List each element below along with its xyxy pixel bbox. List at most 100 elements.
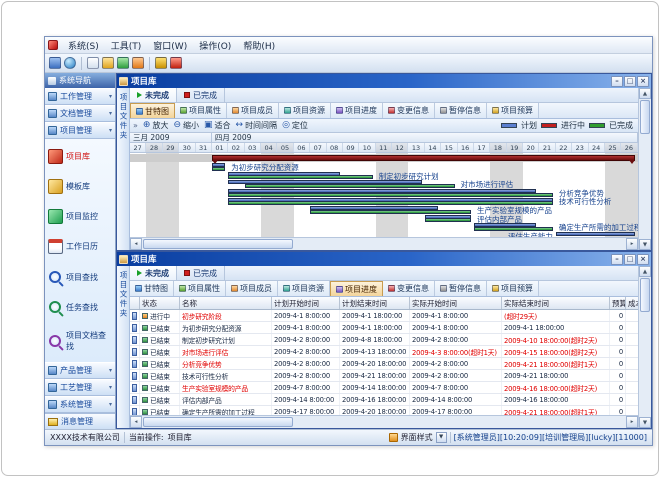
close-button[interactable]: × (637, 254, 649, 265)
actual-bar[interactable] (245, 184, 455, 188)
tab-members[interactable]: 项目成员 (226, 281, 278, 296)
exit-icon[interactable] (170, 57, 182, 69)
save-icon[interactable] (49, 57, 61, 69)
child-window-titlebar[interactable]: 项目库–□× (117, 74, 651, 88)
tab-gantt[interactable]: 甘特图 (130, 281, 174, 296)
scroll-down-icon[interactable]: ▼ (639, 239, 651, 250)
column-header[interactable]: 实际开始时间 (410, 297, 502, 309)
scroll-right-icon[interactable]: ▸ (626, 238, 638, 250)
vertical-scrollbar[interactable]: ▲▼ (638, 88, 651, 250)
horizontal-scrollbar[interactable]: ◂▸ (130, 415, 638, 428)
chart-icon[interactable] (117, 57, 129, 69)
actual-bar[interactable] (228, 201, 553, 205)
column-header[interactable]: 名称 (180, 297, 272, 309)
new-doc-icon[interactable] (87, 57, 99, 69)
table-row[interactable]: 已结束为初步研究分配资源2009-4-1 8:00:002009-4-1 18:… (130, 322, 638, 334)
menu-system[interactable]: 系统(S) (62, 38, 105, 53)
tab-changes[interactable]: 变更信息 (383, 281, 435, 296)
sidebar-section-product[interactable]: 产品管理▾ (45, 362, 115, 379)
menu-help[interactable]: 帮助(H) (237, 38, 281, 53)
tab-resources[interactable]: 项目资源 (278, 281, 330, 296)
actual-bar[interactable] (228, 193, 553, 197)
child-window-titlebar[interactable]: 项目库–□× (117, 252, 651, 266)
sidebar-item-work-calendar[interactable]: 工作日历 (46, 238, 114, 255)
maximize-button[interactable]: □ (624, 254, 636, 265)
scroll-left-icon[interactable]: ◂ (130, 416, 142, 428)
sidebar-section-docs[interactable]: 文档管理▾ (45, 105, 115, 122)
folder-side-tab[interactable]: 项目文件夹 (117, 266, 130, 428)
gantt-tool-interval[interactable]: ↔时间间隔 (236, 120, 278, 131)
table-row[interactable]: 已结束对市场进行评估2009-4-2 8:00:002009-4-13 18:0… (130, 346, 638, 358)
sidebar-tab-messages[interactable]: 消息管理 (45, 413, 115, 429)
gantt-tool-zoom-out[interactable]: ⊖缩小 (173, 120, 199, 131)
actual-bar[interactable] (212, 167, 225, 171)
sidebar-section-work[interactable]: 工作管理▾ (45, 88, 115, 105)
summary-bar[interactable] (212, 155, 635, 161)
gantt-tool-fit[interactable]: ▣适合 (204, 120, 231, 131)
folder-side-tab[interactable]: 项目文件夹 (117, 88, 130, 250)
gantt-tool-zoom-in[interactable]: ⊕放大 (143, 120, 169, 131)
gantt-tool-locate[interactable]: ◎定位 (282, 120, 308, 131)
menu-tools[interactable]: 工具(T) (105, 38, 148, 53)
actual-bar[interactable] (425, 218, 471, 222)
sidebar-item-template-library[interactable]: 模板库 (46, 178, 114, 195)
scroll-thumb[interactable] (143, 417, 293, 427)
table-row[interactable]: 已结束制定初步研究计划2009-4-2 8:00:002009-4-8 18:0… (130, 334, 638, 346)
tab-gantt[interactable]: 甘特图 (130, 103, 175, 118)
tab-unfinished[interactable]: 未完成 (130, 88, 177, 102)
tab-resources[interactable]: 项目资源 (279, 103, 331, 118)
horizontal-scrollbar[interactable]: ◂▸ (130, 237, 638, 250)
table-row[interactable]: 已结束确定生产所需的加工过程2009-4-17 8:00:002009-4-20… (130, 406, 638, 415)
actual-bar[interactable] (474, 227, 553, 231)
scroll-up-icon[interactable]: ▲ (639, 266, 651, 277)
table-row[interactable]: 进行中初步研究阶段2009-4-1 8:00:002009-4-1 18:00:… (130, 310, 638, 322)
sidebar-item-project-search[interactable]: 项目查找 (46, 269, 114, 286)
scroll-left-icon[interactable]: ◂ (130, 238, 142, 250)
tab-properties[interactable]: 项目属性 (174, 281, 226, 296)
actual-bar[interactable] (228, 175, 372, 179)
tab-members[interactable]: 项目成员 (227, 103, 279, 118)
scroll-thumb[interactable] (640, 278, 650, 312)
sidebar-section-process[interactable]: 工艺管理▾ (45, 379, 115, 396)
tab-finished[interactable]: 已完成 (177, 88, 225, 102)
sidebar-section-project[interactable]: 项目管理▾ (45, 122, 115, 139)
tab-properties[interactable]: 项目属性 (175, 103, 227, 118)
table-row[interactable]: 已结束生产实验室规模的产品2009-4-7 8:00:002009-4-14 1… (130, 382, 638, 394)
column-header[interactable]: 状态 (140, 297, 180, 309)
table-row[interactable]: 已结束评估内部产品2009-4-14 8:00:002009-4-16 18:0… (130, 394, 638, 406)
sidebar-item-project-monitor[interactable]: 项目监控 (46, 208, 114, 225)
column-header[interactable]: 计划开始时间 (272, 297, 340, 309)
plan-bar[interactable] (556, 232, 635, 236)
mail-icon[interactable] (132, 57, 144, 69)
column-header[interactable]: 成本 (626, 297, 638, 309)
tab-finished[interactable]: 已完成 (177, 266, 225, 280)
lock-icon[interactable] (155, 57, 167, 69)
minimize-button[interactable]: – (611, 254, 623, 265)
menu-operation[interactable]: 操作(O) (193, 38, 237, 53)
sidebar-item-project-library[interactable]: 项目库 (46, 148, 114, 165)
table-row[interactable]: 已结束分析竞争优势2009-4-2 8:00:002009-4-20 18:00… (130, 358, 638, 370)
table-row[interactable]: 已结束技术可行性分析2009-4-2 8:00:002009-4-21 18:0… (130, 370, 638, 382)
column-header-icon[interactable] (130, 297, 140, 309)
column-header[interactable]: 预算 (610, 297, 626, 309)
maximize-button[interactable]: □ (624, 76, 636, 87)
tab-pause[interactable]: 暂停信息 (435, 281, 487, 296)
scroll-thumb[interactable] (143, 239, 293, 249)
tab-changes[interactable]: 变更信息 (383, 103, 435, 118)
tab-unfinished[interactable]: 未完成 (130, 266, 177, 280)
style-dropdown-button[interactable]: ▼ (436, 432, 447, 443)
overflow-chevron-icon[interactable]: » (133, 121, 138, 130)
globe-icon[interactable] (64, 57, 76, 69)
tab-progress[interactable]: 项目进度 (330, 281, 383, 296)
actual-bar[interactable] (310, 210, 471, 214)
vertical-scrollbar[interactable]: ▲▼ (638, 266, 651, 428)
sidebar-item-task-search[interactable]: 任务查找 (46, 299, 114, 316)
sidebar-section-system[interactable]: 系统管理▾ (45, 396, 115, 413)
scroll-down-icon[interactable]: ▼ (639, 417, 651, 428)
tab-budget[interactable]: 项目预算 (487, 281, 539, 296)
tab-progress[interactable]: 项目进度 (331, 103, 383, 118)
folder-icon[interactable] (102, 57, 114, 69)
scroll-up-icon[interactable]: ▲ (639, 88, 651, 99)
column-header[interactable]: 实际结束时间 (502, 297, 610, 309)
minimize-button[interactable]: – (611, 76, 623, 87)
